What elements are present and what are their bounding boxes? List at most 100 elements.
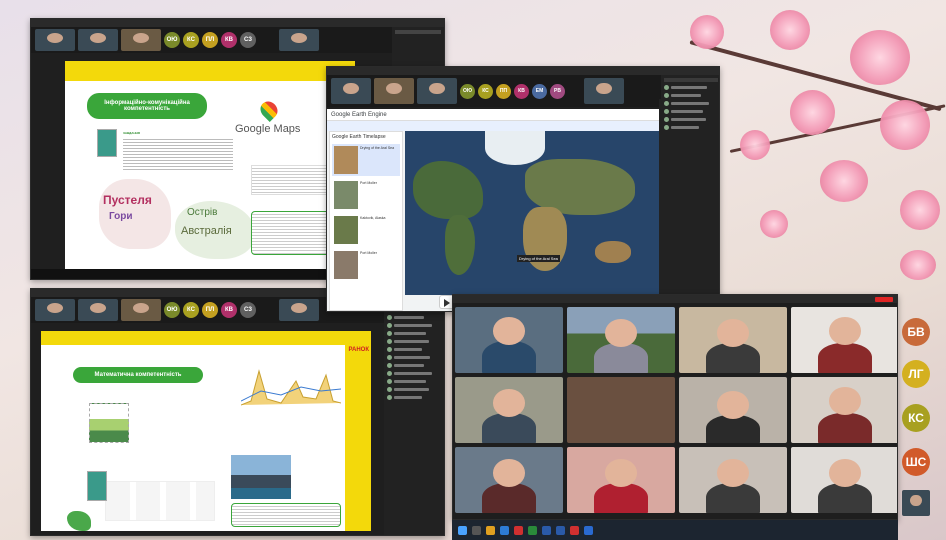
participant-avatar[interactable]: ЛГ [902, 360, 930, 388]
timelapse-card[interactable]: Port Moller [332, 249, 400, 281]
participant-avatar[interactable]: ЕМ [532, 83, 547, 99]
participant-avatar[interactable]: БВ [902, 318, 930, 346]
participant-tile[interactable] [679, 307, 787, 373]
title-bar [31, 19, 444, 27]
participant-video[interactable] [35, 299, 75, 321]
participant-avatar[interactable]: СЗ [240, 302, 256, 318]
participant-video[interactable] [78, 299, 118, 321]
participant-avatar[interactable]: КВ [221, 32, 237, 48]
participant-tile[interactable] [791, 307, 897, 373]
participant-video[interactable] [35, 29, 75, 51]
task-box [231, 503, 341, 527]
blossom [850, 30, 910, 85]
timelapse-card[interactable]: Drying of the Aral Sea [332, 144, 400, 176]
south-america-map [67, 511, 91, 531]
participant-video[interactable] [417, 78, 457, 104]
world-map[interactable]: Drying of the Aral Sea [405, 131, 659, 295]
participant-avatar[interactable]: ОЮ [164, 32, 180, 48]
blossom [900, 190, 940, 230]
shared-slide: Інформаційно-комунікаційна компетентніст… [65, 61, 355, 271]
right-participants-panel [661, 75, 719, 311]
participant-tile[interactable] [567, 377, 675, 443]
participant-avatar[interactable]: КС [183, 32, 199, 48]
taskbar-app-icon[interactable] [584, 525, 593, 535]
participant-tile[interactable] [455, 307, 563, 373]
task-label: ЗАВДАННЯ [123, 131, 140, 135]
participant-tile[interactable] [679, 447, 787, 513]
blossom [770, 10, 810, 50]
participant-video[interactable] [331, 78, 371, 104]
start-icon[interactable] [458, 525, 467, 535]
windows-taskbar [452, 520, 898, 540]
media-controls[interactable] [31, 269, 371, 279]
blossom [790, 90, 835, 135]
participant-tile[interactable] [455, 447, 563, 513]
participant-avatar[interactable]: ПП [496, 83, 511, 99]
participant-avatar[interactable]: КС [902, 404, 930, 432]
participant-avatar[interactable]: КС [183, 302, 199, 318]
participant-avatar[interactable]: КВ [514, 83, 529, 99]
participant-tile[interactable] [567, 447, 675, 513]
task-box [251, 211, 331, 255]
australia-word-cloud: Острів Австралія [175, 201, 255, 259]
info-banner [327, 121, 661, 131]
task-text [123, 137, 233, 171]
participant-avatar[interactable]: СЗ [240, 32, 256, 48]
participant-avatar[interactable]: КВ [221, 302, 237, 318]
participant-tile[interactable] [791, 447, 897, 513]
participant-avatar[interactable]: ПЛ [202, 32, 218, 48]
participant-avatar[interactable]: ПЛ [202, 302, 218, 318]
leave-button[interactable] [875, 296, 893, 302]
participant-video[interactable] [121, 29, 161, 51]
participant-video[interactable] [121, 299, 161, 321]
play-icon[interactable] [444, 299, 450, 307]
participant-tile[interactable] [455, 377, 563, 443]
taskbar-app-icon[interactable] [556, 525, 565, 535]
title-bar [327, 67, 719, 75]
taskbar-app-icon[interactable] [542, 525, 551, 535]
word-island: Острів [187, 207, 218, 218]
panel-title: Google Earth Timelapse [332, 134, 386, 140]
participant-video[interactable] [78, 29, 118, 51]
word-australia: Австралія [181, 225, 232, 237]
map-tooltip: Drying of the Aral Sea [517, 255, 560, 262]
participant-avatar[interactable]: ШС [902, 448, 930, 476]
taskbar-app-icon[interactable] [500, 525, 509, 535]
participant-tile[interactable] [791, 377, 897, 443]
participants-panel [384, 297, 444, 535]
diagram-box [89, 403, 129, 443]
earth-engine-page: Google Earth Engine Google Earth Timelap… [327, 109, 661, 311]
brand-label: РАНОК [348, 347, 369, 353]
blossom [820, 160, 868, 202]
zoom-gallery-window [452, 294, 898, 520]
taskbar-app-icon[interactable] [514, 525, 523, 535]
participant-tile[interactable] [567, 307, 675, 373]
taskbar-app-icon[interactable] [570, 525, 579, 535]
search-icon[interactable] [472, 525, 481, 535]
title-bar [453, 295, 897, 303]
participant-avatar[interactable]: ОЮ [460, 83, 475, 99]
google-maps-logo: Google Maps [235, 123, 301, 135]
participant-avatar[interactable]: КС [478, 83, 493, 99]
chart-thumbs [105, 481, 215, 521]
timelapse-card[interactable]: Port Moller [332, 179, 400, 211]
taskbar-app-icon[interactable] [528, 525, 537, 535]
participant-video[interactable] [584, 78, 624, 104]
zoom-window-bottom-left: ОЮ КС ПЛ КВ СЗ РАНОК Математична компете… [30, 288, 445, 536]
taskbar-app-icon[interactable] [486, 525, 495, 535]
participant-video[interactable] [279, 29, 319, 51]
blossom [900, 250, 936, 280]
zoom-window-earth: ОЮ КС ПП КВ ЕМ РВ Google Earth Engine Go… [326, 66, 720, 312]
participant-avatar[interactable]: РВ [550, 83, 565, 99]
participant-video[interactable] [902, 490, 930, 516]
participant-video[interactable] [374, 78, 414, 104]
slide-heading: Інформаційно-комунікаційна компетентніст… [87, 93, 207, 119]
yellow-accent [41, 331, 371, 345]
timelapse-card[interactable]: Kaktovik, Alaska [332, 214, 400, 246]
participant-avatar[interactable]: ОЮ [164, 302, 180, 318]
mountain-photo [231, 455, 291, 499]
participant-video[interactable] [279, 299, 319, 321]
blossom [760, 210, 788, 238]
textbook-cover [97, 129, 117, 157]
participant-tile[interactable] [679, 377, 787, 443]
